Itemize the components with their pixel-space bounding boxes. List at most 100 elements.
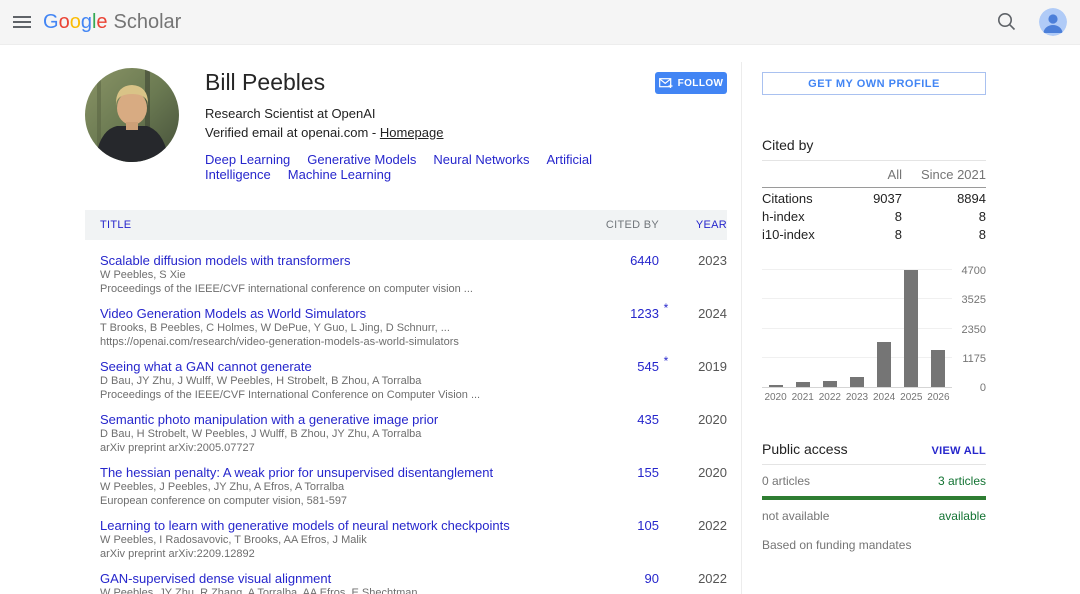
publication-title-link[interactable]: Scalable diffusion models with transform…: [100, 253, 597, 268]
sort-by-title-link[interactable]: TITLE: [100, 219, 597, 231]
chart-year-label: 2026: [927, 392, 950, 403]
metric-row: Citations 9037 8894: [762, 188, 986, 206]
funding-mandates-note: Based on funding mandates: [762, 538, 912, 552]
citations-bar-2023[interactable]: [849, 376, 864, 387]
metric-label[interactable]: h-index: [762, 209, 840, 224]
chart-ytick: 4700: [961, 265, 986, 277]
publication-row: Semantic photo manipulation with a gener…: [85, 412, 727, 455]
chart-bar-slot: [925, 270, 952, 387]
citations-chart: 0 1175 2350 3525 4700 2020 2021 2022 2023 2024 20…: [762, 265, 986, 403]
chart-bar-slot: [789, 270, 816, 387]
publication-authors: W Peebles, I Radosavovic, T Brooks, AA E…: [100, 534, 367, 546]
sidebar: GET MY OWN PROFILE Cited by All Since 20…: [762, 67, 986, 594]
publication-row: Seeing what a GAN cannot generate D Bau,…: [85, 354, 727, 402]
chart-bar-slot: [871, 270, 898, 387]
cited-by-count-link[interactable]: 545: [597, 359, 659, 402]
publication-year: 2020: [698, 465, 727, 480]
interest-link[interactable]: Generative Models: [307, 152, 416, 167]
interest-link[interactable]: Deep Learning: [205, 152, 290, 167]
publication-year: 2022: [698, 571, 727, 586]
profile-photo[interactable]: [85, 68, 179, 162]
publication-main: GAN-supervised dense visual alignment W …: [100, 571, 597, 594]
profile-info: Bill Peebles Research Scientist at OpenA…: [205, 67, 727, 182]
metric-label[interactable]: Citations: [762, 191, 840, 206]
profile-affiliation: Research Scientist at OpenAI: [205, 106, 376, 121]
publication-venue: arXiv preprint arXiv:2005.07727: [100, 442, 255, 454]
search-icon[interactable]: [995, 10, 1019, 34]
metric-row: i10-index 8 8: [762, 224, 986, 242]
publication-authors: W Peebles, JY Zhu, R Zhang, A Torralba, …: [100, 587, 418, 594]
profile-name: Bill Peebles: [205, 69, 326, 95]
public-access-three-articles: 3 articles: [937, 474, 986, 488]
cited-by-count-link[interactable]: 1233: [597, 306, 659, 349]
cited-by-title[interactable]: Cited by: [762, 137, 986, 153]
publication-row: GAN-supervised dense visual alignment W …: [85, 571, 727, 594]
interest-link[interactable]: Machine Learning: [288, 167, 391, 182]
metric-all-value: 8: [894, 227, 902, 242]
publication-title-link[interactable]: Seeing what a GAN cannot generate: [100, 359, 597, 374]
verified-email-text: Verified email at openai.com -: [205, 125, 380, 140]
cited-by-count-link[interactable]: 435: [597, 412, 659, 455]
chart-year-label: 2021: [791, 392, 814, 403]
follow-label: FOLLOW: [677, 77, 724, 89]
citations-chart-xaxis: 2020 2021 2022 2023 2024 2025 2026: [762, 392, 952, 403]
citations-chart-yaxis: 0 1175 2350 3525 4700: [952, 265, 986, 394]
public-access-divider: [762, 464, 986, 465]
publication-title-link[interactable]: Learning to learn with generative models…: [100, 518, 597, 533]
public-access-zero-articles: 0 articles: [762, 474, 811, 488]
get-my-own-profile-button[interactable]: GET MY OWN PROFILE: [762, 72, 986, 95]
research-interests: Deep Learning Generative Models Neural Net…: [205, 152, 727, 182]
public-access-available: available: [938, 509, 986, 523]
metric-label[interactable]: i10-index: [762, 227, 840, 242]
sort-by-year-link[interactable]: YEAR: [696, 219, 727, 231]
cited-by-count-link[interactable]: 105: [597, 518, 659, 561]
publication-authors: W Peebles, J Peebles, JY Zhu, A Efros, A…: [100, 481, 345, 493]
cited-by-col-all: All: [887, 167, 902, 182]
metric-row: h-index 8 8: [762, 206, 986, 224]
public-access-title[interactable]: Public access: [762, 441, 848, 457]
chart-bar-slot: [816, 270, 843, 387]
publication-year: 2023: [698, 253, 727, 268]
cited-by-col-since: Since 2021: [920, 167, 986, 182]
cited-by-count-link[interactable]: 155: [597, 465, 659, 508]
cited-by-count-link[interactable]: 90: [597, 571, 659, 594]
publication-venue: European conference on computer vision, …: [100, 495, 348, 507]
citations-bar-2025[interactable]: [904, 270, 919, 387]
publication-venue: Proceedings of the IEEE/CVF Internationa…: [100, 389, 481, 401]
menu-icon[interactable]: [13, 13, 31, 31]
citations-bar-2020[interactable]: [768, 385, 783, 387]
publication-row: Learning to learn with generative models…: [85, 518, 727, 561]
main-column: Bill Peebles Research Scientist at OpenA…: [85, 67, 727, 594]
google-scholar-logo[interactable]: Google Scholar: [43, 11, 181, 34]
publication-title-link[interactable]: Semantic photo manipulation with a gener…: [100, 412, 597, 427]
publication-title-link[interactable]: GAN-supervised dense visual alignment: [100, 571, 597, 586]
citations-bar-2026[interactable]: [931, 350, 946, 387]
chart-ytick: 2350: [961, 323, 986, 336]
follow-button[interactable]: FOLLOW: [655, 72, 727, 94]
publication-row: Scalable diffusion models with transform…: [85, 253, 727, 296]
page-content: Bill Peebles Research Scientist at OpenA…: [0, 45, 1080, 594]
citations-bar-2024[interactable]: [877, 342, 892, 387]
publication-title-link[interactable]: Video Generation Models as World Simulat…: [100, 306, 597, 321]
citations-bar-2021[interactable]: [795, 381, 810, 387]
public-access-section: Public access VIEW ALL 0 articles 3 arti…: [762, 441, 986, 552]
account-avatar[interactable]: [1039, 8, 1067, 36]
homepage-link[interactable]: Homepage: [380, 125, 444, 140]
cited-by-count-link[interactable]: 6440: [597, 253, 659, 296]
publication-row: The hessian penalty: A weak prior for un…: [85, 465, 727, 508]
interest-link[interactable]: Neural Networks: [433, 152, 529, 167]
publication-authors: W Peebles, S Xie: [100, 269, 186, 281]
verified-email-line: Verified email at openai.com - Homepage: [205, 125, 727, 140]
publication-main: Scalable diffusion models with transform…: [100, 253, 597, 296]
publication-main: The hessian penalty: A weak prior for un…: [100, 465, 597, 508]
view-all-link[interactable]: VIEW ALL: [931, 445, 986, 457]
chart-ytick: 1175: [962, 352, 986, 365]
citations-bar-2022[interactable]: [822, 381, 837, 387]
merged-citations-star: *: [663, 301, 669, 315]
publication-row: Video Generation Models as World Simulat…: [85, 301, 727, 349]
chart-bar-slot: [843, 270, 870, 387]
top-bar: Google Scholar: [0, 0, 1080, 45]
publication-title-link[interactable]: The hessian penalty: A weak prior for un…: [100, 465, 597, 480]
publications-table: TITLE CITED BY YEAR Scalable diffusion m…: [85, 210, 727, 594]
follow-envelope-icon: [658, 77, 673, 88]
